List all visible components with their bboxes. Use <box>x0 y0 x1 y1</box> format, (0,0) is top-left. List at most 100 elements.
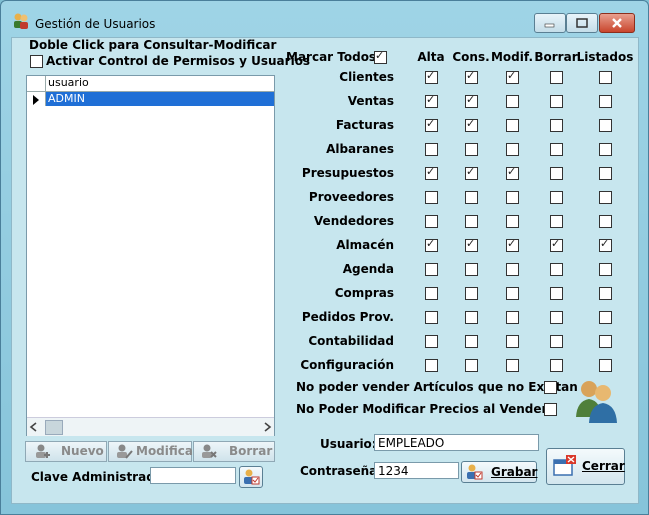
permission-checkbox[interactable] <box>506 263 519 276</box>
edit-user-icon <box>117 444 133 459</box>
permission-checkbox[interactable] <box>506 165 519 180</box>
permission-checkbox[interactable] <box>425 191 438 204</box>
permission-checkbox[interactable] <box>599 167 612 180</box>
permission-checkbox[interactable] <box>465 117 478 132</box>
permission-checkbox[interactable] <box>599 287 612 300</box>
permission-checkbox[interactable] <box>425 69 438 84</box>
permission-checkbox[interactable] <box>550 263 563 276</box>
permission-checkbox[interactable] <box>550 311 563 324</box>
permission-checkbox[interactable] <box>550 335 563 348</box>
permission-checkbox[interactable] <box>465 359 478 372</box>
activate-permissions-checkbox[interactable] <box>30 55 43 68</box>
permission-checkbox[interactable] <box>465 287 478 300</box>
permission-checkbox[interactable] <box>425 311 438 324</box>
permission-checkbox[interactable] <box>465 215 478 228</box>
maximize-icon <box>576 18 588 28</box>
grabar-button[interactable]: Grabar <box>461 461 537 483</box>
permission-checkbox[interactable] <box>550 191 563 204</box>
save-user-icon <box>467 464 483 480</box>
scroll-thumb[interactable] <box>45 420 63 435</box>
scroll-left-icon[interactable] <box>29 421 39 433</box>
permission-checkbox[interactable] <box>425 215 438 228</box>
minimize-icon <box>544 23 555 28</box>
permission-checkbox[interactable] <box>425 359 438 372</box>
permission-checkbox[interactable] <box>506 69 519 84</box>
permission-checkbox[interactable] <box>599 191 612 204</box>
permission-checkbox[interactable] <box>599 335 612 348</box>
permission-checkbox[interactable] <box>599 263 612 276</box>
permission-checkbox[interactable] <box>599 95 612 108</box>
permission-checkbox[interactable] <box>465 263 478 276</box>
grabar-label: Grabar <box>491 465 538 479</box>
permission-checkbox[interactable] <box>425 117 438 132</box>
permission-checkbox[interactable] <box>550 95 563 108</box>
permission-checkbox[interactable] <box>465 93 478 108</box>
scroll-right-icon[interactable] <box>262 421 272 433</box>
users-grid[interactable]: usuario ADMIN <box>26 75 275 436</box>
permission-checkbox[interactable] <box>599 71 612 84</box>
permission-checkbox[interactable] <box>550 143 563 156</box>
permission-checkbox[interactable] <box>599 359 612 372</box>
permission-checkbox[interactable] <box>506 95 519 108</box>
permission-checkbox[interactable] <box>506 215 519 228</box>
permission-row-label: Albaranes <box>326 142 394 156</box>
permission-checkbox[interactable] <box>465 237 478 252</box>
nuevo-button[interactable]: Nuevo <box>25 441 107 462</box>
permission-checkbox[interactable] <box>465 311 478 324</box>
cerrar-button[interactable]: Cerrar <box>546 448 625 485</box>
user-input[interactable] <box>374 434 539 451</box>
table-row[interactable]: ADMIN <box>46 92 274 106</box>
mark-all-checkbox[interactable] <box>374 49 387 64</box>
permission-checkbox[interactable] <box>506 287 519 300</box>
permission-checkbox[interactable] <box>550 167 563 180</box>
no-modify-price-checkbox[interactable] <box>544 403 557 416</box>
permission-checkbox[interactable] <box>465 143 478 156</box>
permission-checkbox[interactable] <box>425 143 438 156</box>
permission-checkbox[interactable] <box>550 71 563 84</box>
users-illustration-icon <box>576 381 617 423</box>
permission-checkbox[interactable] <box>506 311 519 324</box>
maximize-button[interactable] <box>566 13 598 33</box>
no-sell-missing-checkbox[interactable] <box>544 381 557 394</box>
permission-checkbox[interactable] <box>465 191 478 204</box>
permission-checkbox[interactable] <box>550 215 563 228</box>
permission-checkbox[interactable] <box>506 119 519 132</box>
permission-checkbox[interactable] <box>599 311 612 324</box>
permission-checkbox[interactable] <box>425 93 438 108</box>
close-button[interactable] <box>599 13 635 33</box>
permission-checkbox[interactable] <box>550 119 563 132</box>
permission-checkbox[interactable] <box>465 69 478 84</box>
permission-checkbox[interactable] <box>599 215 612 228</box>
permission-checkbox[interactable] <box>425 165 438 180</box>
borrar-label: Borrar <box>229 444 273 458</box>
permission-checkbox[interactable] <box>506 237 519 252</box>
permission-checkbox[interactable] <box>599 119 612 132</box>
permission-checkbox[interactable] <box>465 335 478 348</box>
horizontal-scrollbar[interactable] <box>27 417 274 436</box>
mark-all-label: Marcar Todos <box>286 50 377 64</box>
cerrar-label: Cerrar <box>582 459 625 473</box>
permission-checkbox[interactable] <box>425 237 438 252</box>
permission-checkbox[interactable] <box>550 359 563 372</box>
permission-checkbox[interactable] <box>465 165 478 180</box>
permission-checkbox[interactable] <box>425 263 438 276</box>
column-header: Borrar <box>534 50 578 64</box>
admin-password-input[interactable] <box>150 467 236 484</box>
permission-checkbox[interactable] <box>425 335 438 348</box>
permission-checkbox[interactable] <box>599 237 612 252</box>
grid-column-usuario[interactable]: usuario <box>48 76 89 89</box>
modificar-button[interactable]: Modificar <box>108 441 199 462</box>
borrar-button[interactable]: Borrar <box>193 441 275 462</box>
permission-checkbox[interactable] <box>506 191 519 204</box>
admin-validate-button[interactable] <box>239 466 263 488</box>
permission-checkbox[interactable] <box>506 359 519 372</box>
title-bar[interactable]: Gestión de Usuarios <box>1 1 648 35</box>
permission-checkbox[interactable] <box>506 143 519 156</box>
password-input[interactable] <box>374 462 459 479</box>
permission-checkbox[interactable] <box>425 287 438 300</box>
permission-checkbox[interactable] <box>506 335 519 348</box>
permission-checkbox[interactable] <box>550 237 563 252</box>
permission-checkbox[interactable] <box>550 287 563 300</box>
permission-checkbox[interactable] <box>599 143 612 156</box>
minimize-button[interactable] <box>534 13 566 33</box>
